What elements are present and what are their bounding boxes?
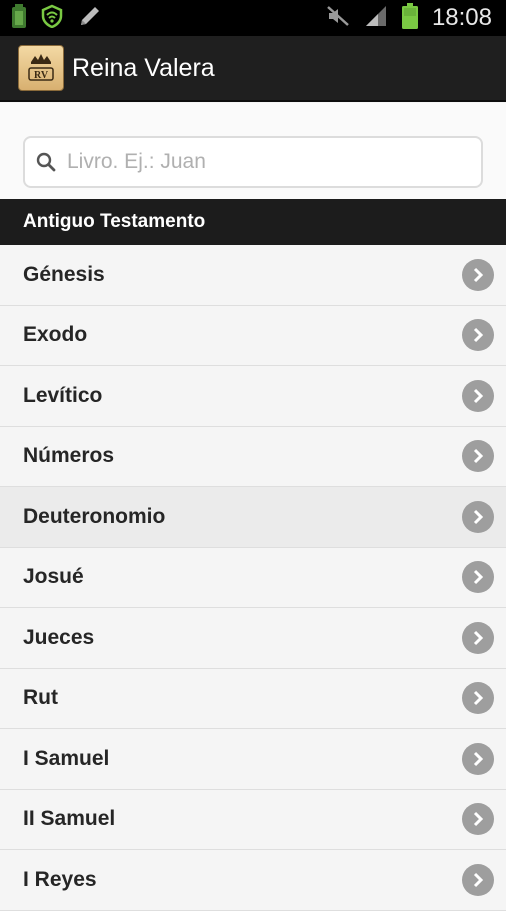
book-name: Jueces: [23, 625, 95, 649]
section-header: Antiguo Testamento: [0, 199, 506, 245]
battery-charging-icon: [12, 3, 26, 33]
list-item[interactable]: Exodo: [0, 305, 506, 366]
book-list: Génesis Exodo Levítico Números Deuterono…: [0, 245, 506, 911]
book-name: Levítico: [23, 383, 103, 407]
search-box[interactable]: [23, 136, 483, 188]
chevron-right-icon: [462, 742, 494, 775]
app-logo[interactable]: RV: [18, 45, 64, 91]
list-item[interactable]: Génesis: [0, 245, 506, 306]
action-bar: RV Reina Valera: [0, 36, 506, 102]
book-name: Números: [23, 444, 115, 468]
list-item[interactable]: Jueces: [0, 608, 506, 669]
pencil-icon: [78, 4, 102, 33]
book-name: I Reyes: [23, 867, 97, 891]
mute-icon: [326, 4, 350, 33]
chevron-right-icon: [462, 440, 494, 473]
list-item[interactable]: Números: [0, 426, 506, 487]
status-bar: 18:08: [0, 0, 506, 36]
chevron-right-icon: [462, 379, 494, 412]
chevron-right-icon: [462, 621, 494, 654]
book-name: II Samuel: [23, 807, 116, 831]
list-item[interactable]: I Reyes: [0, 850, 506, 911]
list-item[interactable]: I Samuel: [0, 729, 506, 790]
book-name: Josué: [23, 565, 84, 589]
list-item[interactable]: Deuteronomio: [0, 487, 506, 548]
list-item[interactable]: Levítico: [0, 366, 506, 427]
book-name: Génesis: [23, 262, 105, 286]
search-input[interactable]: [65, 149, 469, 175]
list-item[interactable]: Josué: [0, 547, 506, 608]
chevron-right-icon: [462, 561, 494, 594]
battery-icon: [401, 2, 418, 34]
search-icon: [35, 151, 57, 173]
app-title: Reina Valera: [72, 53, 215, 82]
chevron-right-icon: [462, 319, 494, 352]
list-item[interactable]: Rut: [0, 668, 506, 729]
chevron-right-icon: [462, 803, 494, 836]
clock: 18:08: [431, 4, 492, 31]
chevron-right-icon: [462, 863, 494, 896]
shield-icon: [40, 4, 64, 33]
book-name: Exodo: [23, 323, 88, 347]
signal-icon: [364, 5, 388, 32]
chevron-right-icon: [462, 258, 494, 291]
book-name: Deuteronomio: [23, 504, 166, 528]
book-name: I Samuel: [23, 746, 110, 770]
chevron-right-icon: [462, 500, 494, 533]
list-item[interactable]: II Samuel: [0, 789, 506, 850]
search-area: [0, 103, 506, 199]
section-title: Antiguo Testamento: [23, 211, 206, 232]
book-name: Rut: [23, 686, 58, 710]
chevron-right-icon: [462, 682, 494, 715]
app-logo-text: RV: [34, 70, 49, 81]
